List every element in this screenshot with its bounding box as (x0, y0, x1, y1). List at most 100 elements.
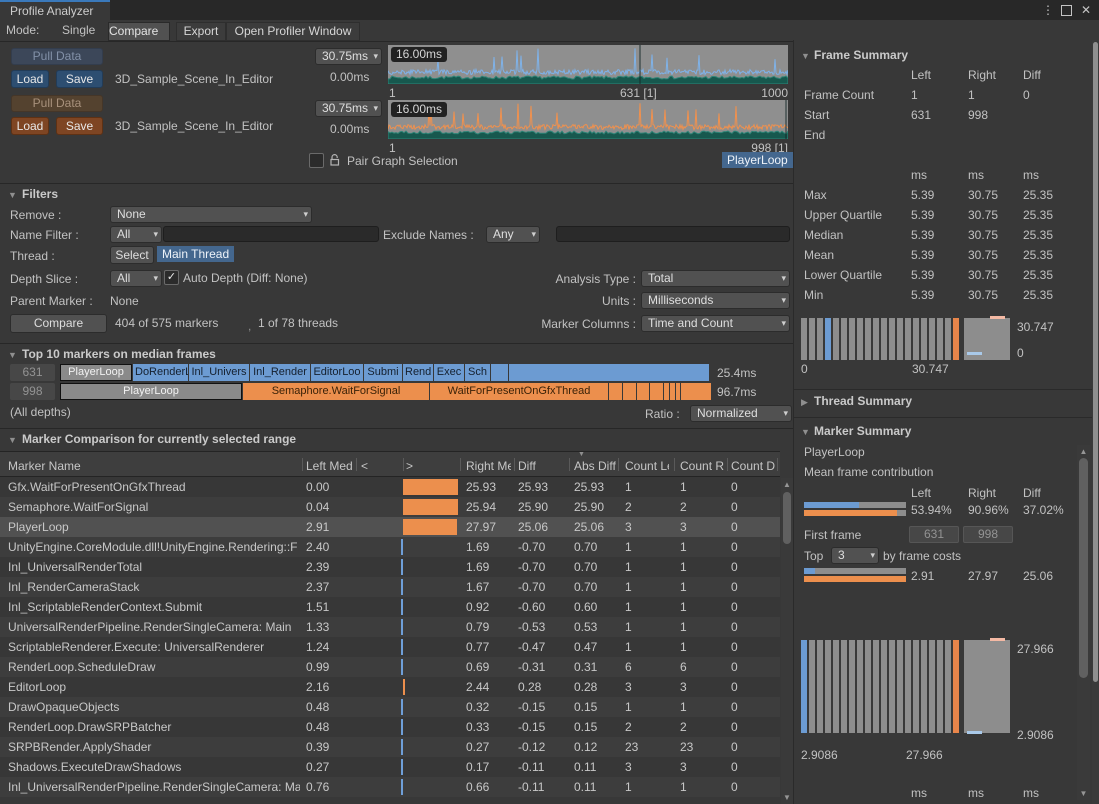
name-filter-mode-dropdown[interactable]: All▾ (110, 226, 162, 243)
top10-frame-left-button[interactable]: 631 (10, 364, 55, 381)
exclude-mode-dropdown[interactable]: Any▾ (486, 226, 540, 243)
marker-row[interactable]: SRPBRender.ApplyShader0.390.27-0.120.122… (0, 737, 780, 757)
window-tab[interactable]: Profile Analyzer (0, 0, 110, 20)
col-bar-right[interactable]: > (406, 459, 413, 473)
pair-graph-checkbox[interactable] (309, 153, 324, 168)
col-marker-name[interactable]: Marker Name (8, 459, 298, 473)
lock-icon[interactable] (329, 153, 341, 170)
top10-segment[interactable]: Inl_Render (250, 364, 310, 381)
marker-row[interactable]: Inl_UniversalRenderPipeline.RenderSingle… (0, 777, 780, 797)
frame-summary-histogram[interactable] (801, 318, 959, 360)
top10-bar-left[interactable]: PlayerLoopDoRenderLInl_UniversInl_Render… (60, 364, 711, 381)
col-right-median[interactable]: Right Me (466, 459, 511, 473)
mode-single-button[interactable]: Single (62, 22, 95, 39)
thread-summary-foldout-icon[interactable]: ▶ (801, 397, 808, 408)
save-right-button[interactable]: Save (56, 117, 103, 135)
top10-segment[interactable]: Rend (403, 364, 433, 381)
marker-row[interactable]: Inl_RenderCameraStack2.371.67-0.700.7011… (0, 577, 780, 597)
scroll-down-icon[interactable]: ▼ (1077, 789, 1090, 798)
marker-summary-boxplot[interactable] (964, 640, 1010, 733)
top10-segment[interactable] (623, 383, 636, 400)
top10-segment[interactable] (676, 383, 680, 400)
top10-foldout-icon[interactable]: ▼ (8, 350, 17, 360)
marker-summary-histogram[interactable] (801, 640, 959, 733)
top10-segment[interactable] (491, 364, 508, 381)
thread-select-button[interactable]: Select (110, 246, 154, 264)
scroll-up-icon[interactable]: ▲ (781, 480, 793, 489)
top10-segment[interactable]: PlayerLoop (60, 364, 132, 381)
marker-row[interactable]: UnityEngine.CoreModule.dll!UnityEngine.R… (0, 537, 780, 557)
comparison-foldout-icon[interactable]: ▼ (8, 435, 17, 445)
table-scrollbar-thumb[interactable] (783, 492, 791, 544)
units-dropdown[interactable]: Milliseconds▾ (641, 292, 790, 309)
col-abs-diff[interactable]: Abs Diff (574, 459, 616, 473)
col-diff[interactable]: Diff (518, 459, 536, 473)
panel-scrollbar[interactable] (1092, 40, 1099, 804)
frame-graph-right[interactable]: 16.00ms (388, 100, 788, 139)
top10-segment[interactable]: Sch (465, 364, 490, 381)
remove-dropdown[interactable]: None▾ (110, 206, 312, 223)
top10-segment[interactable] (650, 383, 663, 400)
top10-segment[interactable]: Submi (364, 364, 402, 381)
frame-graph-left[interactable]: 16.00ms (388, 45, 788, 84)
top10-segment[interactable]: EditorLoo (311, 364, 363, 381)
ratio-dropdown[interactable]: Normalized▾ (690, 405, 792, 422)
col-count-diff[interactable]: Count D (731, 459, 775, 473)
marker-row[interactable]: Semaphore.WaitForSignal0.0425.9425.9025.… (0, 497, 780, 517)
filters-foldout-icon[interactable]: ▼ (8, 190, 17, 200)
open-profiler-button[interactable]: Open Profiler Window (226, 22, 360, 41)
scroll-up-icon[interactable]: ▲ (1077, 447, 1090, 456)
exclude-names-input[interactable] (556, 226, 790, 242)
graph-left-scale-dropdown[interactable]: 30.75ms▾ (315, 48, 382, 65)
top10-segment[interactable]: Semaphore.WaitForSignal (243, 383, 429, 400)
pull-data-right-button[interactable]: Pull Data (11, 95, 103, 112)
menu-icon[interactable]: ⋮ (1040, 2, 1056, 18)
top10-segment[interactable] (681, 383, 711, 400)
marker-row[interactable]: Shadows.ExecuteDrawShadows0.270.17-0.110… (0, 757, 780, 777)
top10-segment[interactable]: PlayerLoop (60, 383, 242, 400)
marker-summary-scrollbar[interactable]: ▲ ▼ (1077, 445, 1090, 800)
top10-segment[interactable]: Exec (434, 364, 464, 381)
marker-row[interactable]: Gfx.WaitForPresentOnGfxThread0.0025.9325… (0, 477, 780, 497)
marker-row[interactable]: RenderLoop.DrawSRPBatcher0.480.33-0.150.… (0, 717, 780, 737)
first-frame-right-button[interactable]: 998 (963, 526, 1013, 543)
top10-segment[interactable] (609, 383, 622, 400)
marker-row[interactable]: RenderLoop.ScheduleDraw0.990.69-0.310.31… (0, 657, 780, 677)
first-frame-left-button[interactable]: 631 (909, 526, 959, 543)
marker-row[interactable]: Inl_UniversalRenderTotal2.391.69-0.700.7… (0, 557, 780, 577)
marker-row[interactable]: DrawOpaqueObjects0.480.32-0.150.15110 (0, 697, 780, 717)
top10-segment[interactable] (637, 383, 649, 400)
graph-right-scale-dropdown[interactable]: 30.75ms▾ (315, 100, 382, 117)
analysis-type-dropdown[interactable]: Total▾ (641, 270, 790, 287)
mode-compare-button[interactable]: Compare (108, 22, 170, 41)
marker-summary-foldout-icon[interactable]: ▼ (801, 427, 810, 437)
table-scrollbar[interactable]: ▲ ▼ (781, 478, 793, 804)
close-icon[interactable]: ✕ (1078, 2, 1094, 18)
export-button[interactable]: Export (176, 22, 226, 41)
pull-data-left-button[interactable]: Pull Data (11, 48, 103, 65)
top10-segment[interactable]: Inl_Univers (189, 364, 249, 381)
col-count-left[interactable]: Count Le (625, 459, 669, 473)
frame-summary-foldout-icon[interactable]: ▼ (801, 51, 810, 61)
marker-row[interactable]: EditorLoop2.162.440.280.28330 (0, 677, 780, 697)
frame-summary-boxplot[interactable] (964, 318, 1010, 360)
panel-scrollbar-thumb[interactable] (1093, 42, 1098, 682)
thread-value-badge[interactable]: Main Thread (157, 246, 234, 262)
depth-mode-dropdown[interactable]: All▾ (110, 270, 162, 287)
load-right-button[interactable]: Load (11, 117, 49, 135)
save-left-button[interactable]: Save (56, 70, 103, 88)
col-left-median[interactable]: Left Med (306, 459, 353, 473)
marker-row[interactable]: ScriptableRenderer.Execute: UniversalRen… (0, 637, 780, 657)
marker-row[interactable]: PlayerLoop2.9127.9725.0625.06330 (0, 517, 780, 537)
marker-summary-scrollbar-thumb[interactable] (1079, 458, 1088, 678)
graph-selection-badge[interactable]: PlayerLoop (722, 152, 793, 168)
col-bar-left[interactable]: < (361, 459, 368, 473)
top10-segment[interactable] (509, 364, 709, 381)
marker-row[interactable]: Inl_ScriptableRenderContext.Submit1.510.… (0, 597, 780, 617)
top10-frame-right-button[interactable]: 998 (10, 383, 55, 400)
col-count-right[interactable]: Count R (680, 459, 724, 473)
top10-segment[interactable] (664, 383, 669, 400)
name-filter-input[interactable] (163, 226, 379, 242)
top10-segment[interactable]: WaitForPresentOnGfxThread (430, 383, 608, 400)
auto-depth-checkbox[interactable]: ✓ (164, 270, 179, 285)
